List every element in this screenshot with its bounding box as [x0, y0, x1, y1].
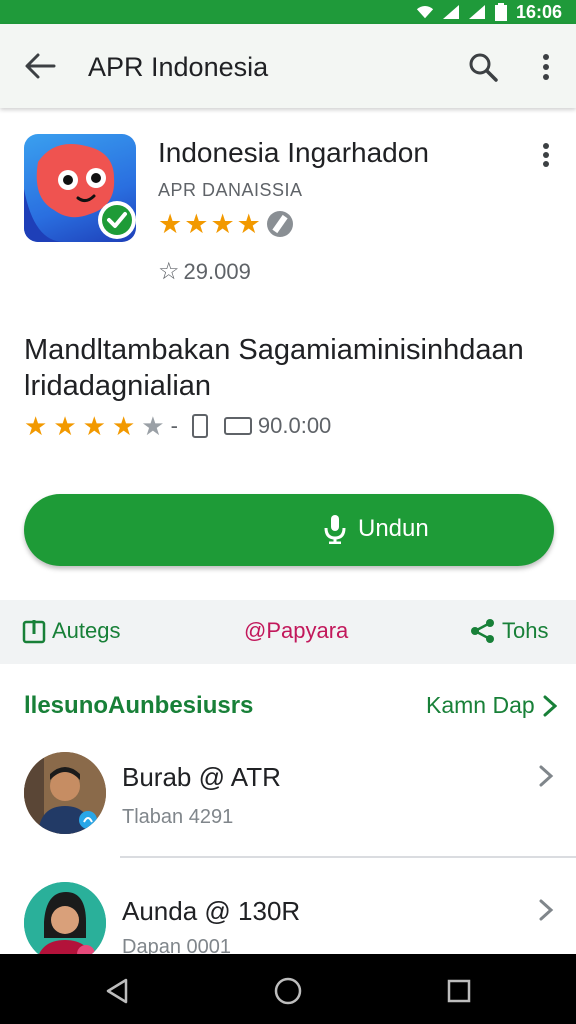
- star-icon: ★: [158, 209, 183, 239]
- chevron-right-icon: [539, 899, 554, 921]
- overflow-menu-button[interactable]: [534, 50, 558, 84]
- section-title: llesunoAunbesiusrs: [24, 692, 254, 719]
- action-papyara[interactable]: @Papyara: [244, 618, 348, 644]
- star-outline-icon: ☆: [158, 258, 180, 285]
- back-button[interactable]: [22, 50, 58, 82]
- clipboard-icon: [22, 620, 46, 644]
- triangle-back-icon: [106, 978, 128, 1004]
- app-bar: APR Indonesia: [0, 24, 576, 108]
- person-name: Burab @ ATR: [122, 762, 281, 792]
- nav-recents-button[interactable]: [442, 974, 476, 1008]
- meta-value: 90.0:00: [257, 413, 332, 438]
- star-icon: ★: [82, 411, 106, 441]
- app-logo-icon: [24, 144, 136, 242]
- install-label: Undun: [358, 515, 429, 542]
- app-description: Mandltambakan Sagamiaminisinhdaan lridad…: [24, 332, 554, 404]
- signal-icon-2: [468, 5, 485, 19]
- circle-home-icon: [274, 977, 302, 1005]
- meta-dash: -: [170, 413, 178, 438]
- chevron-right-icon: [543, 695, 557, 716]
- star-icon: ★: [210, 209, 235, 239]
- install-button[interactable]: Undun: [24, 494, 554, 566]
- rating-stars: ★ ★ ★ ★: [158, 210, 293, 238]
- avatar: [24, 752, 106, 834]
- more-vert-icon: [543, 54, 549, 80]
- page-title: APR Indonesia: [88, 52, 269, 82]
- battery-icon: [494, 3, 507, 21]
- action-share-label: Tohs: [502, 618, 549, 643]
- person-name: Aunda @ 130R: [122, 896, 301, 926]
- avatar: [24, 882, 106, 964]
- person-photo-icon: [24, 882, 106, 964]
- status-icons: 16:06: [416, 2, 562, 22]
- divider: [120, 856, 576, 858]
- rating-count-value: 29.009: [183, 258, 251, 284]
- star-icon: ★: [111, 411, 136, 441]
- status-bar: 16:06: [0, 0, 576, 24]
- more-vert-icon: [543, 143, 549, 167]
- square-recents-icon: [447, 979, 471, 1003]
- action-share[interactable]: Tohs: [470, 618, 548, 644]
- search-icon: [469, 53, 498, 82]
- action-bar: Autegs @Papyara Tohs: [0, 600, 576, 664]
- search-button[interactable]: [466, 50, 500, 84]
- status-time: 16:06: [515, 1, 562, 22]
- download-icon: [324, 515, 346, 544]
- rating-count: ☆ 29.009: [158, 257, 251, 286]
- app-options-button[interactable]: [534, 140, 558, 170]
- app-icon[interactable]: [24, 134, 136, 242]
- phone-icon: [191, 414, 208, 438]
- star-icon: ★: [236, 209, 261, 239]
- star-icon: ★: [53, 411, 77, 441]
- nav-home-button[interactable]: [271, 974, 305, 1008]
- action-autegs[interactable]: Autegs: [22, 618, 121, 644]
- nav-back-button[interactable]: [100, 974, 134, 1008]
- star-icon: ★: [184, 209, 209, 239]
- action-papyara-label: @Papyara: [244, 618, 349, 643]
- list-item[interactable]: Burab @ ATR Tlaban 4291: [0, 740, 576, 860]
- person-photo-icon: [24, 752, 106, 834]
- arrow-left-icon: [25, 53, 56, 79]
- description-meta: ★ ★ ★ ★ ★ - 90.0:00: [24, 412, 331, 440]
- star-icon: ★: [24, 411, 48, 441]
- signal-icon: [442, 5, 459, 19]
- install-button-content: Undun: [324, 514, 429, 544]
- section-link-label: Kamn Dap: [426, 692, 535, 718]
- action-autegs-label: Autegs: [52, 618, 121, 643]
- mail-icon: [223, 417, 252, 435]
- section-more-link[interactable]: Kamn Dap: [426, 692, 557, 719]
- share-icon: [471, 619, 494, 643]
- developer-name[interactable]: APR DANAISSIA: [158, 180, 303, 201]
- description-line-1: Mandltambakan Sagamiaminisinhdaan: [24, 334, 524, 366]
- wifi-icon: [416, 6, 434, 19]
- chevron-right-icon: [539, 765, 554, 787]
- system-nav-bar: [0, 954, 576, 1024]
- star-empty-icon: ★: [141, 411, 165, 441]
- app-name: Indonesia Ingarhadon: [158, 137, 429, 168]
- editor-badge-icon: [266, 211, 293, 237]
- description-line-2: lridadagnialian: [24, 370, 212, 402]
- person-subtitle: Tlaban 4291: [122, 806, 234, 828]
